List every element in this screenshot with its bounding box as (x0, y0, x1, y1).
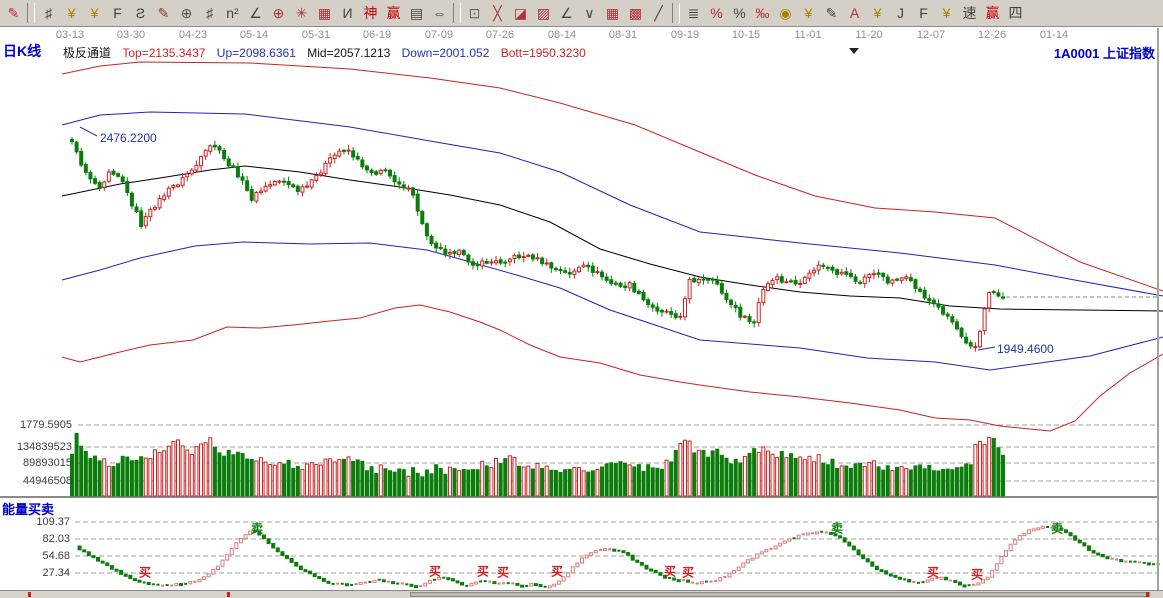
oscillator-axis-label: 82.03 (0, 533, 70, 545)
sell-marker: 卖 (1051, 520, 1063, 537)
buy-marker: 买 (682, 564, 694, 581)
oscillator-axis-label: 54.68 (0, 550, 70, 562)
scrollbar-marker (28, 592, 31, 597)
volume-axis-label: 44946508 (2, 475, 72, 487)
buy-marker: 买 (971, 566, 983, 583)
oscillator-axis-label: 109.37 (0, 516, 70, 528)
volume-axis-label: 89893015 (2, 457, 72, 469)
buy-marker: 买 (927, 564, 939, 581)
app-window: ✎♯¥¥FƧ✎⊕♯n²∠⊕✳▦И神赢▤⇔⊡╳◪▨∠∨▦▩╱≣%%‰◉¥✎A¥JF… (0, 0, 1163, 597)
buy-marker: 买 (429, 563, 441, 580)
buy-marker: 买 (497, 564, 509, 581)
price-axis-bottom-label: 1779.5905 (2, 419, 72, 431)
scrollbar-marker (227, 592, 230, 597)
scrollbar-thumb[interactable] (410, 592, 1150, 597)
scrollbar-marker (1146, 592, 1149, 597)
buy-marker: 买 (477, 563, 489, 580)
volume-axis-label: 134839523 (2, 441, 72, 453)
oscillator-axis-label: 27.34 (0, 567, 70, 579)
high-annotation: 2476.2200 (100, 131, 157, 145)
sell-marker: 卖 (251, 520, 263, 537)
low-annotation: 1949.4600 (997, 342, 1054, 356)
right-border (1157, 28, 1159, 590)
buy-marker: 买 (664, 563, 676, 580)
sell-marker: 卖 (831, 520, 843, 537)
chart-canvas[interactable] (0, 0, 1163, 597)
buy-marker: 买 (551, 563, 563, 580)
buy-marker: 买 (139, 564, 151, 581)
